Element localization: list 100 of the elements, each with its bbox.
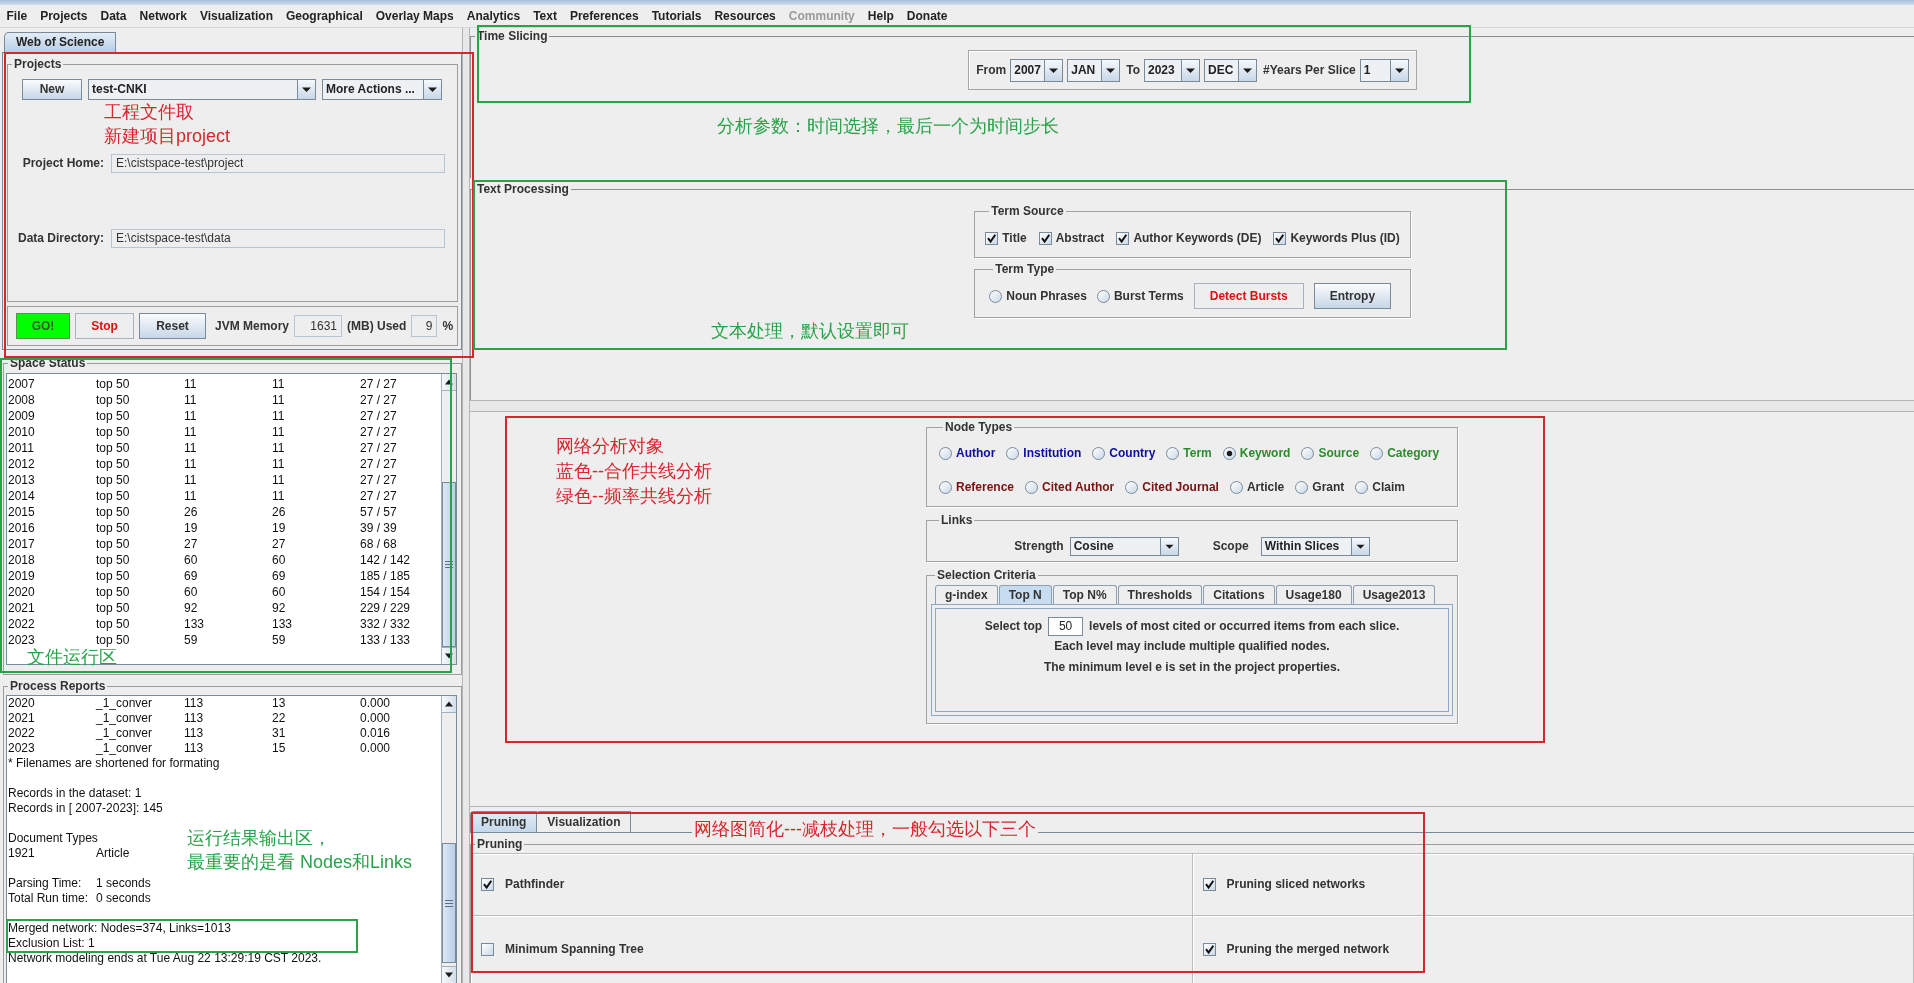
checkbox[interactable] xyxy=(1202,943,1216,956)
reset-button[interactable]: Reset xyxy=(139,313,206,339)
radio-label[interactable]: Term xyxy=(1183,445,1212,461)
radio-button[interactable] xyxy=(1166,446,1180,460)
menu-item[interactable]: Tutorials xyxy=(645,8,708,24)
checkbox-label[interactable]: Keywords Plus (ID) xyxy=(1290,230,1400,246)
checkbox[interactable] xyxy=(985,231,999,245)
checkbox-label[interactable]: Pruning the merged network xyxy=(1226,942,1390,957)
radio-button[interactable] xyxy=(1301,446,1315,460)
checkbox-label[interactable]: Abstract xyxy=(1055,230,1105,246)
radio-label[interactable]: Cited Journal xyxy=(1142,479,1219,495)
path-field[interactable]: E:\cistspace-test\project xyxy=(111,154,445,173)
tab[interactable]: Usage2013 xyxy=(1352,585,1436,604)
checkbox-label[interactable]: Author Keywords (DE) xyxy=(1133,230,1262,246)
menu-item[interactable]: Analytics xyxy=(460,8,527,24)
radio-label[interactable]: Article xyxy=(1246,479,1285,495)
menu-item[interactable]: Help xyxy=(861,8,901,24)
radio-button[interactable] xyxy=(939,480,952,494)
month-dropdown[interactable]: JAN xyxy=(1067,58,1121,82)
new-button[interactable]: New xyxy=(22,79,82,100)
tab[interactable]: Usage180 xyxy=(1275,585,1352,604)
menu-item[interactable]: Preferences xyxy=(563,8,646,24)
radio-button[interactable] xyxy=(939,446,952,460)
radio-button[interactable] xyxy=(1125,480,1139,494)
scope-dropdown[interactable]: Within Slices xyxy=(1260,537,1370,556)
menu-item[interactable]: Projects xyxy=(33,8,95,24)
tab[interactable]: Visualization xyxy=(536,811,632,832)
menu-item[interactable]: Visualization xyxy=(193,8,280,24)
radio-label[interactable]: Cited Author xyxy=(1042,479,1115,495)
scroll-down-icon[interactable] xyxy=(442,966,456,983)
radio-button[interactable] xyxy=(1355,480,1369,494)
radio-label[interactable]: Noun Phrases xyxy=(1006,288,1087,304)
splitter[interactable] xyxy=(470,400,1914,412)
checkbox-label[interactable]: Pruning sliced networks xyxy=(1226,877,1366,892)
checkbox[interactable] xyxy=(1116,231,1130,245)
table-cell-text: 2013 xyxy=(8,472,36,488)
radio-button[interactable] xyxy=(1025,480,1039,494)
scrollbar[interactable] xyxy=(441,696,456,983)
radio-button[interactable] xyxy=(1096,289,1110,303)
tab[interactable]: g-index xyxy=(935,585,998,604)
table-cell-text: 60 xyxy=(184,552,199,568)
checkbox-label[interactable]: Pathfinder xyxy=(505,877,565,892)
tab[interactable]: Top N% xyxy=(1052,585,1117,604)
actions-dropdown[interactable]: More Actions ... xyxy=(322,79,442,100)
go-button[interactable]: GO! xyxy=(16,313,70,339)
table-cell-text: 11 xyxy=(272,472,286,488)
radio-label[interactable]: Reference xyxy=(956,479,1015,495)
usage-field[interactable]: 9 xyxy=(411,315,438,337)
radio-button[interactable] xyxy=(1092,446,1106,460)
radio-button[interactable] xyxy=(989,289,1003,303)
checkbox-label[interactable]: Title xyxy=(1002,230,1027,246)
radio-label[interactable]: Grant xyxy=(1312,479,1345,495)
year-dropdown[interactable]: 2007 xyxy=(1010,58,1064,82)
radio-label[interactable]: Institution xyxy=(1023,445,1082,461)
table-cell-text: _1_conver xyxy=(96,741,154,756)
radio-label[interactable]: Country xyxy=(1109,445,1156,461)
checkbox[interactable] xyxy=(1202,878,1216,891)
radio-label[interactable]: Burst Terms xyxy=(1113,288,1184,304)
month-dropdown[interactable]: DEC xyxy=(1204,58,1257,82)
entropy-button[interactable]: Entropy xyxy=(1313,283,1392,309)
menu-item[interactable]: Donate xyxy=(900,8,954,24)
menu-item[interactable]: File xyxy=(0,8,34,24)
radio-label[interactable]: Category xyxy=(1387,445,1440,461)
radio-button[interactable] xyxy=(1229,480,1243,494)
radio-label[interactable]: Keyword xyxy=(1239,445,1291,461)
menu-item[interactable]: Data xyxy=(94,8,134,24)
checkbox[interactable] xyxy=(1038,231,1052,245)
project-dropdown[interactable]: test-CNKI xyxy=(88,79,316,100)
tab[interactable]: Top N xyxy=(998,585,1052,604)
checkbox[interactable] xyxy=(481,878,494,891)
stop-button[interactable]: Stop xyxy=(75,313,134,339)
radio-button[interactable] xyxy=(1370,446,1384,460)
scroll-up-icon[interactable] xyxy=(442,696,456,713)
checkbox[interactable] xyxy=(481,943,494,956)
path-field[interactable]: E:\cistspace-test\data xyxy=(111,229,445,248)
radio-label[interactable]: Claim xyxy=(1372,479,1405,495)
menu-item[interactable]: Text xyxy=(526,8,564,24)
number-field[interactable]: 50 xyxy=(1048,616,1084,636)
radio-label[interactable]: Source xyxy=(1318,445,1360,461)
tab[interactable]: Citations xyxy=(1203,585,1275,604)
menu-item[interactable]: Network xyxy=(133,8,194,24)
memory-field[interactable]: 1631 xyxy=(294,315,343,337)
year-dropdown[interactable]: 2023 xyxy=(1144,58,1200,82)
checkbox[interactable] xyxy=(1273,231,1287,245)
radio-button[interactable] xyxy=(1006,446,1020,460)
radio-label[interactable]: Author xyxy=(956,445,996,461)
menu-item[interactable]: Resources xyxy=(707,8,783,24)
checkbox-label[interactable]: Minimum Spanning Tree xyxy=(505,942,644,957)
radio-button[interactable] xyxy=(1295,480,1309,494)
strength-dropdown[interactable]: Cosine xyxy=(1069,537,1179,556)
menu-item[interactable]: Geographical xyxy=(279,8,370,24)
tab[interactable]: Thresholds xyxy=(1117,585,1203,604)
tab[interactable]: Web of Science xyxy=(4,32,117,52)
slice-dropdown[interactable]: 1 xyxy=(1359,58,1409,82)
menu-item[interactable]: Overlay Maps xyxy=(369,8,461,24)
scrollbar-thumb[interactable] xyxy=(442,482,456,647)
radio-button[interactable] xyxy=(1222,446,1236,460)
splitter[interactable] xyxy=(462,28,470,983)
detect-bursts-button[interactable]: Detect Bursts xyxy=(1193,283,1304,309)
scrollbar-thumb[interactable] xyxy=(442,843,456,963)
